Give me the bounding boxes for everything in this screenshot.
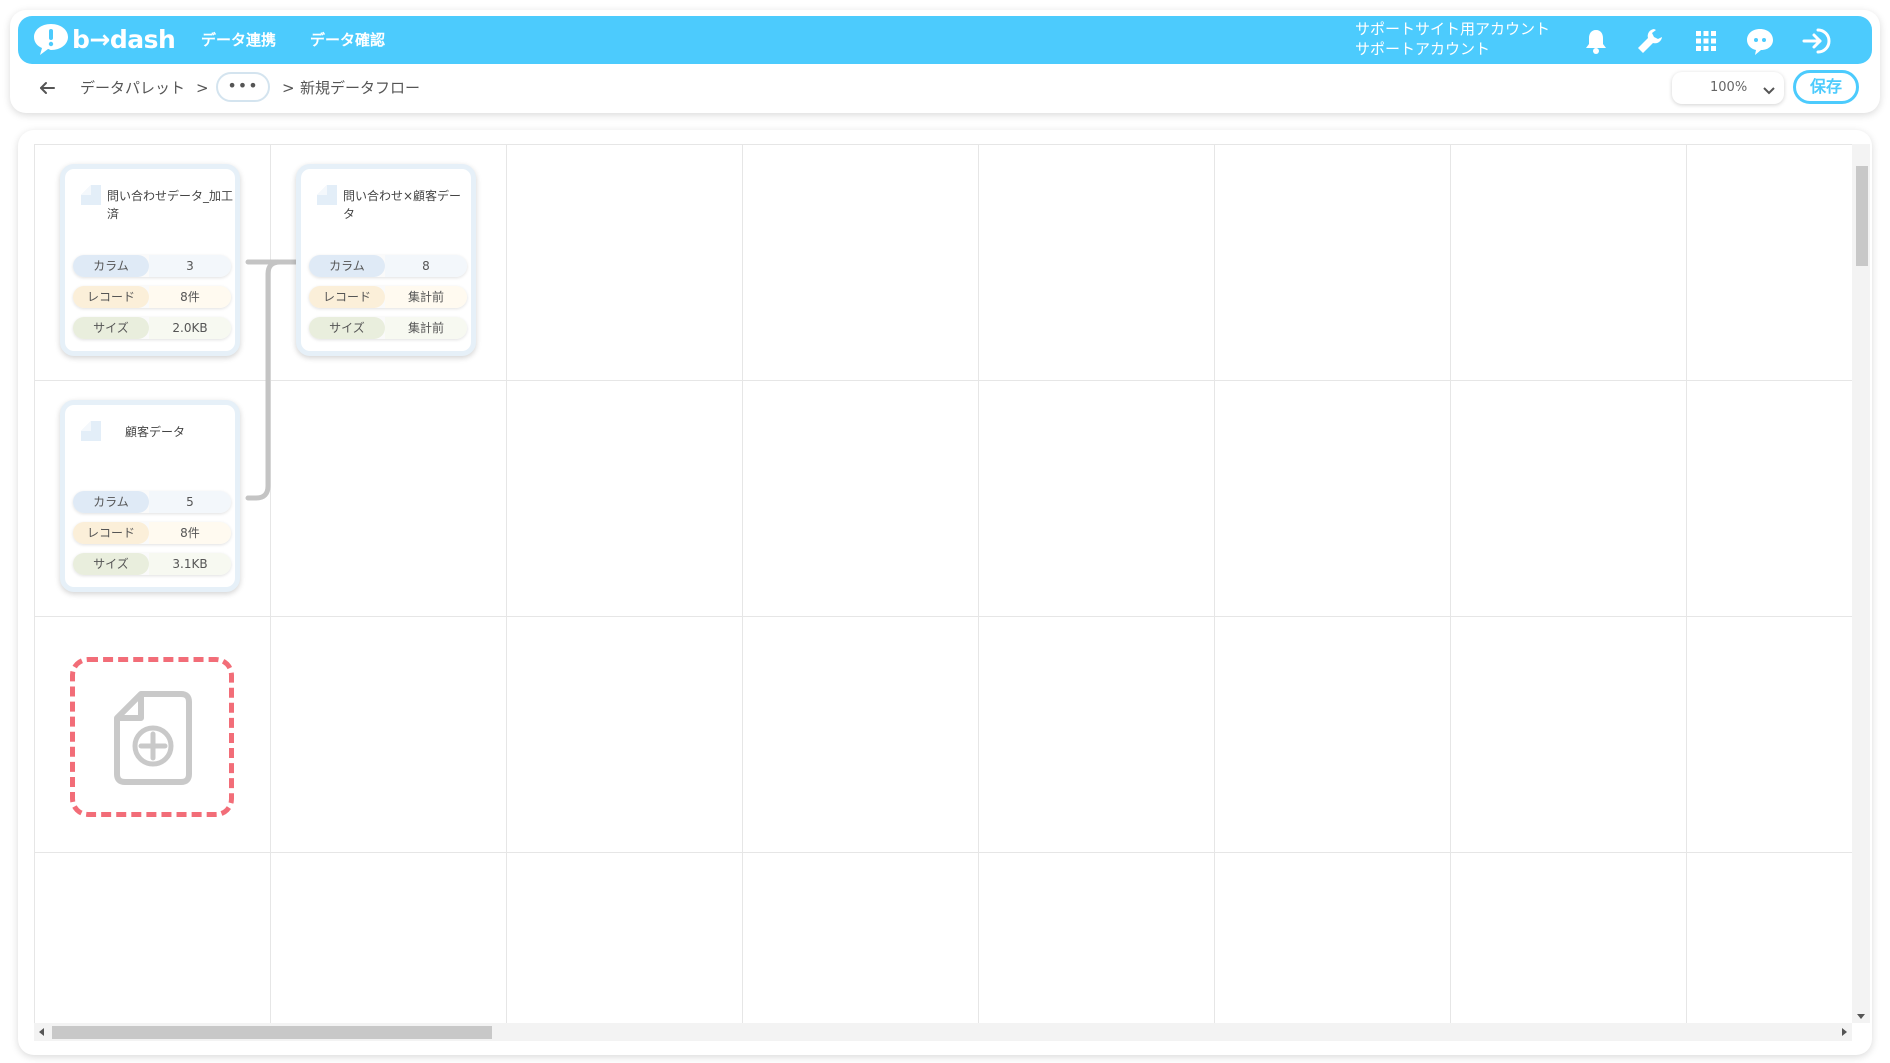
- document-icon: [317, 185, 337, 205]
- top-navigation-bar: b→dash データ連携 データ確認 サポートサイト用アカウント サポートアカウ…: [18, 16, 1872, 64]
- stat-value: 2.0KB: [149, 317, 231, 339]
- breadcrumb-separator: >: [196, 79, 209, 97]
- breadcrumb-separator: >: [282, 79, 295, 97]
- stat-size: サイズ 2.0KB: [73, 317, 231, 339]
- stat-label: カラム: [73, 255, 149, 277]
- grid-icon[interactable]: [1690, 25, 1722, 57]
- stat-label: レコード: [73, 522, 149, 544]
- vertical-scrollbar[interactable]: [1852, 144, 1870, 1023]
- stat-label: カラム: [309, 255, 385, 277]
- breadcrumb-ellipsis-button[interactable]: •••: [216, 72, 270, 102]
- scroll-right-arrow-icon[interactable]: [1842, 1028, 1847, 1036]
- brand-name: b→dash: [72, 24, 176, 54]
- stat-value: 3: [149, 255, 231, 277]
- data-card[interactable]: 問い合わせ×顧客データ カラム 8 レコード 集計前 サイズ 集計前: [296, 164, 476, 356]
- vertical-scroll-thumb[interactable]: [1856, 166, 1868, 266]
- data-card[interactable]: 顧客データ カラム 5 レコード 8件 サイズ 3.1KB: [60, 400, 240, 592]
- card-title: 問い合わせデータ_加工済: [107, 189, 234, 221]
- stat-label: レコード: [73, 286, 149, 308]
- add-document-icon: [114, 691, 192, 785]
- back-arrow-icon[interactable]: [36, 76, 58, 100]
- scroll-left-arrow-icon[interactable]: [39, 1028, 44, 1036]
- account-role: サポートアカウント: [1355, 40, 1491, 58]
- bell-icon[interactable]: [1580, 25, 1612, 57]
- account-info[interactable]: サポートサイト用アカウント サポートアカウント: [1355, 19, 1550, 59]
- zoom-select[interactable]: 100%: [1672, 72, 1784, 104]
- card-title: 問い合わせ×顧客データ: [343, 189, 462, 221]
- stat-records: レコード 集計前: [309, 286, 467, 308]
- nav-data-check[interactable]: データ確認: [310, 16, 385, 64]
- stat-label: サイズ: [309, 317, 385, 339]
- stat-value: 8件: [149, 286, 231, 308]
- brand-logo[interactable]: b→dash: [32, 22, 176, 56]
- stat-records: レコード 8件: [73, 286, 231, 308]
- stat-label: カラム: [73, 491, 149, 513]
- stat-value: 5: [149, 491, 231, 513]
- add-data-card-button[interactable]: [70, 657, 234, 817]
- stat-value: 集計前: [385, 286, 467, 308]
- stat-value: 8: [385, 255, 467, 277]
- logout-icon[interactable]: [1800, 25, 1832, 57]
- scroll-down-arrow-icon[interactable]: [1857, 1014, 1865, 1019]
- horizontal-scrollbar[interactable]: [34, 1023, 1852, 1041]
- breadcrumb-current: 新規データフロー: [300, 79, 421, 97]
- stat-value: 8件: [149, 522, 231, 544]
- stat-value: 集計前: [385, 317, 467, 339]
- stat-columns: カラム 3: [73, 255, 231, 277]
- stat-records: レコード 8件: [73, 522, 231, 544]
- chat-bot-icon[interactable]: [1744, 25, 1776, 57]
- stat-value: 3.1KB: [149, 553, 231, 575]
- data-card[interactable]: 問い合わせデータ_加工済 カラム 3 レコード 8件 サイズ 2.0KB: [60, 164, 240, 356]
- zoom-value: 100%: [1710, 80, 1748, 95]
- stat-label: レコード: [309, 286, 385, 308]
- wrench-icon[interactable]: [1634, 25, 1666, 57]
- document-icon: [81, 185, 101, 205]
- breadcrumb-root[interactable]: データパレット: [80, 76, 185, 100]
- chevron-down-icon: [1762, 82, 1776, 101]
- stat-label: サイズ: [73, 553, 149, 575]
- stat-columns: カラム 5: [73, 491, 231, 513]
- stat-size: サイズ 3.1KB: [73, 553, 231, 575]
- speech-bubble-icon: [34, 24, 68, 55]
- stat-label: サイズ: [73, 317, 149, 339]
- stat-size: サイズ 集計前: [309, 317, 467, 339]
- stat-columns: カラム 8: [309, 255, 467, 277]
- horizontal-scroll-thumb[interactable]: [52, 1026, 492, 1039]
- account-name: サポートサイト用アカウント: [1355, 20, 1551, 38]
- card-title: 顧客データ: [124, 425, 185, 439]
- nav-data-integration[interactable]: データ連携: [201, 16, 276, 64]
- save-button[interactable]: 保存: [1793, 70, 1859, 104]
